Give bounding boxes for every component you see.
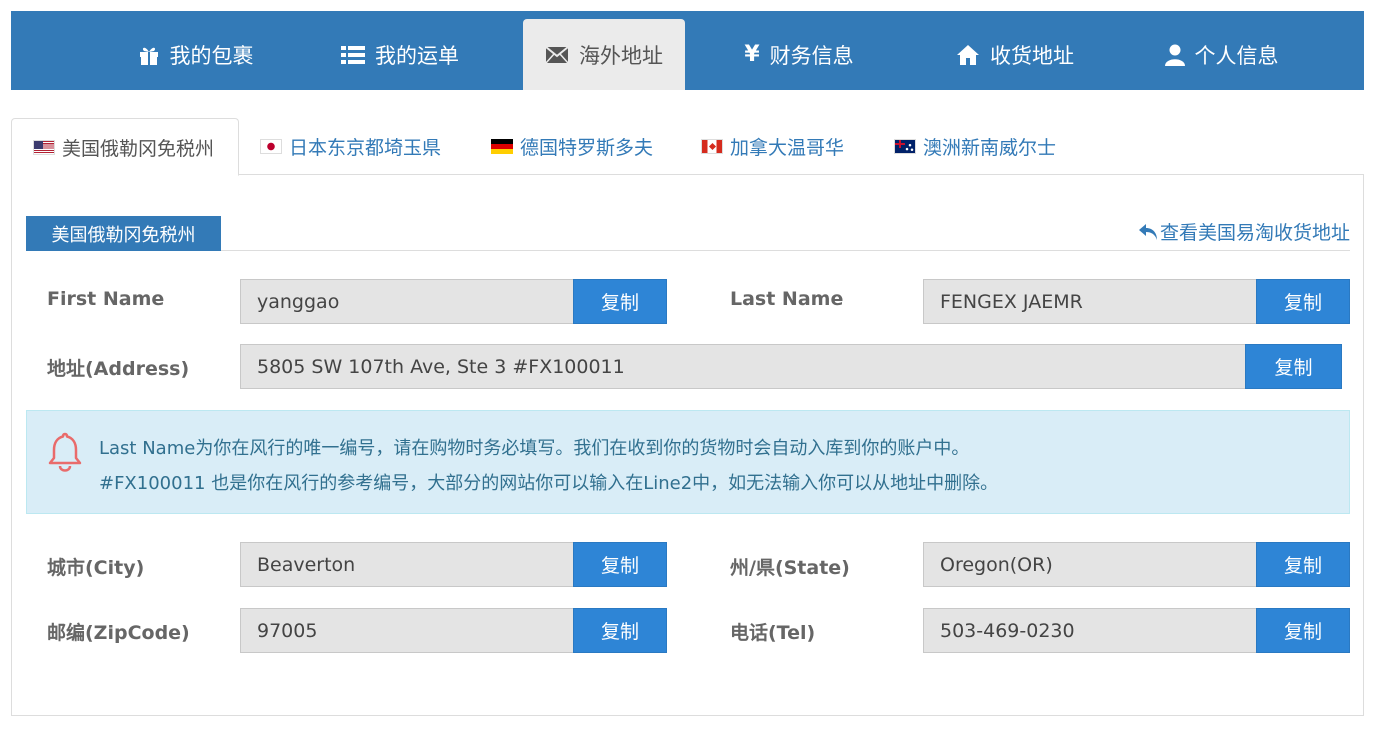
copy-address-button[interactable]: 复制: [1245, 344, 1342, 389]
nav-item-label: 海外地址: [579, 43, 663, 68]
tab-label: 美国俄勒冈免税州: [62, 137, 215, 160]
bell-icon: [47, 431, 83, 478]
tab-australia[interactable]: 澳洲新南威尔士: [873, 118, 1083, 175]
tab-germany[interactable]: 德国特罗斯多夫: [470, 118, 680, 175]
nav-item-label: 我的包裹: [169, 43, 254, 68]
copy-last-name-button[interactable]: 复制: [1256, 279, 1350, 324]
city-field[interactable]: Beaverton: [240, 542, 574, 587]
first-name-label: First Name: [47, 288, 165, 310]
tab-label: 德国特罗斯多夫: [520, 137, 654, 159]
tab-canada[interactable]: 加拿大温哥华: [680, 118, 873, 175]
nav-item-label: 收货地址: [990, 43, 1074, 68]
nav-item-finance[interactable]: ¥ 财务信息: [685, 19, 913, 90]
tab-label: 澳洲新南威尔士: [923, 137, 1057, 159]
state-field[interactable]: Oregon(OR): [923, 542, 1257, 587]
tab-label: 日本东京都埼玉県: [289, 137, 442, 159]
nav-item-profile[interactable]: 个人信息: [1117, 19, 1326, 90]
gift-icon: [138, 44, 160, 66]
alert-line-2: #FX100011 也是你在风行的参考编号，大部分的网站你可以输入在Line2中…: [99, 473, 999, 494]
jp-flag-icon: [260, 139, 282, 154]
alert-line-1: Last Name为你在风行的唯一编号，请在购物时务必填写。我们在收到你的货物时…: [99, 438, 970, 459]
address-label: 地址(Address): [47, 358, 190, 380]
tab-japan[interactable]: 日本东京都埼玉県: [239, 118, 470, 175]
tab-label: 加拿大温哥华: [730, 137, 845, 159]
user-icon: [1164, 44, 1185, 66]
reply-icon: [1138, 223, 1157, 240]
nav-item-label: 财务信息: [769, 43, 854, 68]
de-flag-icon: [491, 139, 513, 154]
first-name-field[interactable]: yanggao: [240, 279, 574, 324]
address-field[interactable]: 5805 SW 107th Ave, Ste 3 #FX100011: [240, 344, 1246, 389]
last-name-field[interactable]: FENGEX JAEMR: [923, 279, 1257, 324]
envelope-icon: [545, 45, 569, 64]
yen-icon: ¥: [744, 42, 760, 67]
zip-label: 邮编(ZipCode): [47, 622, 190, 644]
nav-item-orders[interactable]: 我的运单: [277, 19, 523, 90]
section-header: 美国俄勒冈免税州 查看美国易淘收货地址: [26, 216, 1350, 251]
nav-item-shipping-address[interactable]: 收货地址: [913, 19, 1117, 90]
copy-city-button[interactable]: 复制: [573, 542, 667, 587]
au-flag-icon: [894, 139, 916, 154]
nav-item-overseas-address[interactable]: 海外地址: [523, 19, 685, 90]
nav-item-label: 我的运单: [375, 43, 459, 68]
view-us-address-label: 查看美国易淘收货地址: [1159, 222, 1350, 244]
info-alert: Last Name为你在风行的唯一编号，请在购物时务必填写。我们在收到你的货物时…: [26, 410, 1350, 514]
tel-field[interactable]: 503-469-0230: [923, 608, 1257, 653]
nav-item-packages[interactable]: 我的包裹: [114, 19, 277, 90]
view-us-address-link[interactable]: 查看美国易淘收货地址: [1138, 218, 1350, 245]
last-name-label: Last Name: [730, 288, 844, 310]
nav-item-label: 个人信息: [1194, 43, 1279, 68]
home-icon: [956, 44, 980, 66]
copy-tel-button[interactable]: 复制: [1256, 608, 1350, 653]
section-title: 美国俄勒冈免税州: [26, 216, 221, 251]
copy-zip-button[interactable]: 复制: [573, 608, 667, 653]
tab-us-oregon[interactable]: 美国俄勒冈免税州: [11, 118, 239, 176]
us-flag-icon: [33, 139, 55, 155]
main-nav: 我的包裹 我的运单 海外地址 ¥ 财务信息 收货地址 个人信息: [11, 11, 1364, 90]
list-icon: [341, 44, 365, 66]
state-label: 州/県(State): [730, 557, 850, 579]
copy-state-button[interactable]: 复制: [1256, 542, 1350, 587]
tel-label: 电话(Tel): [730, 622, 816, 644]
zip-field[interactable]: 97005: [240, 608, 574, 653]
city-label: 城市(City): [47, 557, 145, 579]
ca-flag-icon: [701, 139, 723, 154]
copy-first-name-button[interactable]: 复制: [573, 279, 667, 324]
country-tabs: 美国俄勒冈免税州 日本东京都埼玉県 德国特罗斯多夫 加拿大温哥华 澳洲新南威尔士: [11, 118, 1364, 176]
